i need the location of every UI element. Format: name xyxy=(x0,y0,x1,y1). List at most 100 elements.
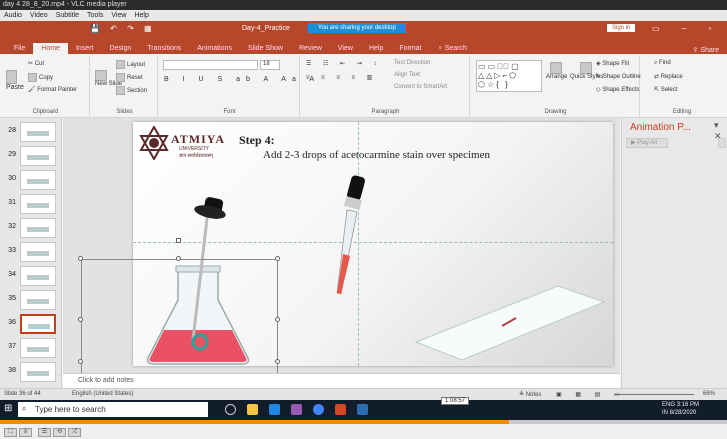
tab-file[interactable]: File xyxy=(6,43,33,54)
shape-effects-label: Shape Effects xyxy=(602,87,640,93)
resize-handle[interactable] xyxy=(275,359,280,364)
play-all-button[interactable]: ▶ Play All xyxy=(626,138,668,148)
select-button[interactable]: ⇱ Select xyxy=(654,86,677,93)
taskbar-search-box[interactable]: ⌕ Type here to search xyxy=(18,402,208,417)
step-title[interactable]: Step 4: xyxy=(239,133,275,148)
tell-me-search[interactable]: ♀ Search xyxy=(430,43,475,54)
tab-slide-show[interactable]: Slide Show xyxy=(240,43,291,54)
fullscreen-icon[interactable]: ⛶ xyxy=(4,428,17,437)
slide-thumbnail-image xyxy=(20,194,56,214)
vlc-menu-audio[interactable]: Audio xyxy=(4,10,22,21)
find-button[interactable]: ⌕ Find xyxy=(654,60,671,67)
glass-slide-specimen-image[interactable] xyxy=(408,282,608,362)
chrome-icon[interactable] xyxy=(313,404,324,415)
resize-handle[interactable] xyxy=(176,256,181,261)
slide-thumbnail[interactable]: 29 xyxy=(4,146,62,167)
shape-fill-button[interactable]: ◈ Shape Fill xyxy=(596,60,629,67)
convert-smartart-button[interactable]: Convert to SmartArt xyxy=(394,84,447,90)
vlc-menu-view[interactable]: View xyxy=(111,10,126,21)
resize-handle[interactable] xyxy=(78,317,83,322)
resize-handle[interactable] xyxy=(78,359,83,364)
resize-handle[interactable] xyxy=(275,256,280,261)
vlc-menu-video[interactable]: Video xyxy=(30,10,48,21)
slide-thumbnail[interactable]: 28 xyxy=(4,122,62,143)
slide-thumbnail[interactable]: 34 xyxy=(4,266,62,287)
zoom-slider[interactable] xyxy=(614,394,694,395)
tab-view[interactable]: View xyxy=(330,43,361,54)
slide-thumbnail[interactable]: 32 xyxy=(4,218,62,239)
dropper-with-stain-image[interactable] xyxy=(323,174,383,304)
rotate-handle[interactable] xyxy=(176,238,181,243)
resize-handle[interactable] xyxy=(275,317,280,322)
slide-thumbnail-image xyxy=(20,170,56,190)
tab-design[interactable]: Design xyxy=(101,43,139,54)
paste-button[interactable]: Paste xyxy=(6,70,24,91)
slide-thumbnail[interactable]: 38 xyxy=(4,362,62,383)
shape-effects-button[interactable]: ◇ Shape Effects xyxy=(596,86,640,93)
layout-button[interactable]: Layout xyxy=(116,60,145,69)
tab-insert[interactable]: Insert xyxy=(68,43,102,54)
slide-thumbnail[interactable]: 35 xyxy=(4,290,62,311)
notes-pane[interactable]: Click to add notes xyxy=(63,373,620,388)
zoom-level[interactable]: 66% xyxy=(703,391,715,397)
section-button[interactable]: Section xyxy=(116,86,147,95)
extended-settings-icon[interactable]: ≡ xyxy=(19,428,32,437)
vlc-menu-tools[interactable]: Tools xyxy=(87,10,103,21)
shape-outline-button[interactable]: ✎ Shape Outline xyxy=(596,73,641,80)
edge-browser-icon[interactable] xyxy=(269,404,280,415)
slide-thumbnail[interactable]: 33 xyxy=(4,242,62,263)
system-tray[interactable]: ENG 3:16 PM IN 8/28/2020 xyxy=(662,401,699,417)
resize-handle[interactable] xyxy=(78,256,83,261)
slide-number: 31 xyxy=(8,199,16,206)
selection-bounding-box[interactable] xyxy=(81,259,278,381)
copy-button[interactable]: Copy xyxy=(28,73,53,82)
align-buttons[interactable]: ≡ ≡ ≡ ≡ ▥ xyxy=(306,74,377,81)
font-name-select[interactable] xyxy=(163,60,258,70)
tab-transitions[interactable]: Transitions xyxy=(139,43,189,54)
notes-toggle[interactable]: ≜ Notes xyxy=(519,391,541,398)
shapes-gallery[interactable]: ▭▭◯⃞▢ △△▷⌐⬠ ⬡☆{ } xyxy=(476,60,542,92)
align-text-button[interactable]: Align Text xyxy=(394,72,420,78)
sign-in-button[interactable]: Sign in xyxy=(607,24,636,32)
font-format-buttons[interactable]: B I U S ab A Aa A xyxy=(164,76,320,83)
vlc-taskbar-icon[interactable] xyxy=(357,404,368,415)
paragraph-group: ☰ ☷ ⇤ ⇥ ↕ ≡ ≡ ≡ ≡ ▥ Text Direction Align… xyxy=(302,56,470,116)
window-controls[interactable]: ▭ – ▫ xyxy=(652,24,721,33)
text-direction-button[interactable]: Text Direction xyxy=(394,60,430,66)
language-indicator[interactable]: English (United States) xyxy=(72,391,133,397)
tab-help[interactable]: Help xyxy=(361,43,391,54)
windows-start-icon[interactable]: ⊞ xyxy=(4,403,12,414)
vlc-menu-help[interactable]: Help xyxy=(134,10,148,21)
step-instruction-text[interactable]: Add 2-3 drops of acetocarmine stain over… xyxy=(263,149,490,161)
format-painter-button[interactable]: 🖌 Format Painter xyxy=(28,86,77,93)
vlc-menu-subtitle[interactable]: Subtitle xyxy=(56,10,79,21)
slide-canvas[interactable]: ATMIYA UNIVERSITY ज्ञानं सर्वार्थसाधकम् … xyxy=(78,122,613,381)
cut-button[interactable]: ✂ Cut xyxy=(28,60,44,67)
tab-format[interactable]: Format xyxy=(391,43,429,54)
drawing-group-label: Drawing xyxy=(544,109,567,115)
arrange-button[interactable]: Arrange xyxy=(546,62,567,80)
slide-thumbnail[interactable]: 30 xyxy=(4,170,62,191)
share-button[interactable]: ⇪ Share xyxy=(693,46,727,54)
loop-icon[interactable]: ⟲ xyxy=(53,428,66,437)
file-explorer-icon[interactable] xyxy=(247,404,258,415)
slide-thumbnail[interactable]: 37 xyxy=(4,338,62,359)
app-icon[interactable] xyxy=(291,404,302,415)
replace-button[interactable]: ⇄ Replace xyxy=(654,73,683,80)
animation-options-button[interactable] xyxy=(718,138,726,148)
font-size-select[interactable]: 18 xyxy=(260,60,280,70)
task-view-icon[interactable] xyxy=(225,404,236,415)
playlist-icon[interactable]: ☰ xyxy=(38,428,51,437)
powerpoint-icon[interactable] xyxy=(335,404,346,415)
shuffle-icon[interactable]: ⤮ xyxy=(68,428,81,437)
slide-thumbnail-pane[interactable]: 28 29 30 31 32 33 34 35 36 37 38 xyxy=(0,118,62,388)
slide-thumbnail-selected[interactable]: 36 xyxy=(4,314,62,335)
slide-number: 33 xyxy=(8,247,16,254)
reset-button[interactable]: Reset xyxy=(116,73,143,82)
tab-review[interactable]: Review xyxy=(291,43,330,54)
slide-thumbnail[interactable]: 31 xyxy=(4,194,62,215)
tab-animations[interactable]: Animations xyxy=(189,43,240,54)
list-buttons[interactable]: ☰ ☷ ⇤ ⇥ ↕ xyxy=(306,60,381,67)
tab-home[interactable]: Home xyxy=(33,43,68,54)
quick-access-toolbar[interactable]: 💾 ↶ ↷ ▦ xyxy=(90,24,156,33)
